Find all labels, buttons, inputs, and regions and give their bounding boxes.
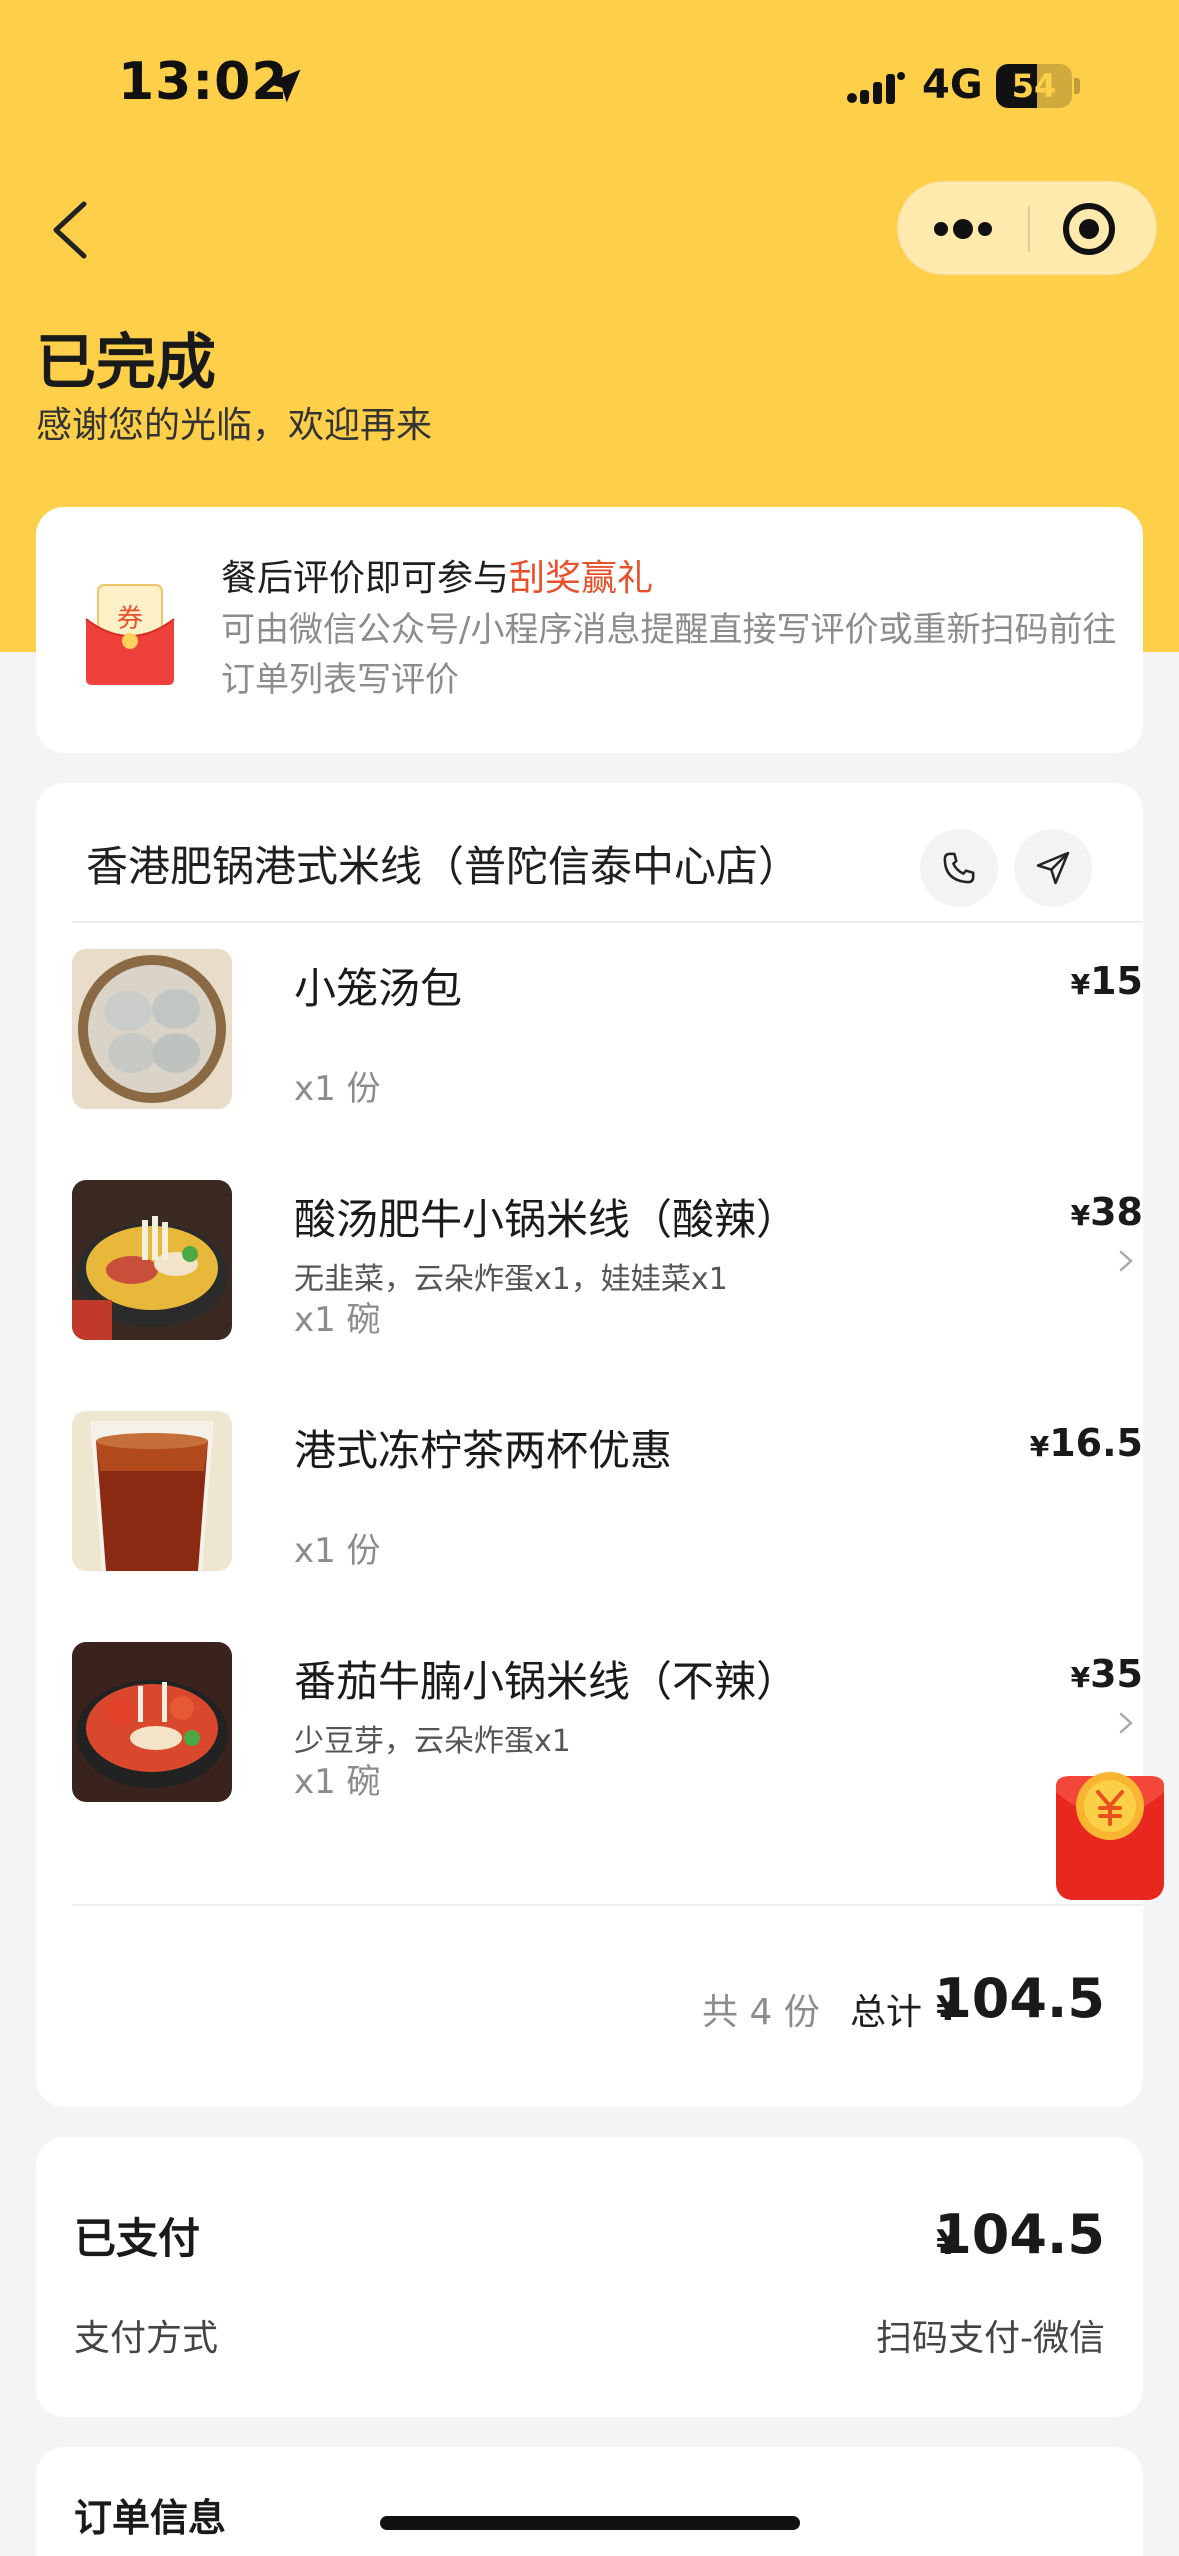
item-price: ¥15 bbox=[1071, 959, 1143, 1003]
total-label: 总计 bbox=[850, 1992, 923, 2033]
item-price-value: 38 bbox=[1090, 1190, 1143, 1234]
item-name: 番茄牛腩小锅米线（不辣） bbox=[294, 1657, 799, 1706]
order-info-card: 订单信息 bbox=[36, 2447, 1143, 2556]
chevron-right-icon[interactable] bbox=[1115, 1246, 1137, 1276]
item-count: 共 4 份 bbox=[702, 1992, 820, 2033]
items-divider bbox=[72, 1904, 1143, 1906]
order-item[interactable]: 小笼汤包 x1 份 ¥15 bbox=[72, 949, 1143, 1119]
item-name: 港式冻柠茶两杯优惠 bbox=[294, 1426, 673, 1475]
order-info-title: 订单信息 bbox=[74, 2496, 227, 2540]
item-name: 酸汤肥牛小锅米线（酸辣） bbox=[294, 1195, 799, 1244]
paid-label: 已支付 bbox=[74, 2214, 201, 2263]
phone-icon bbox=[943, 852, 975, 884]
coupon-icon-text: 券 bbox=[117, 604, 143, 634]
currency-symbol: ¥ bbox=[1070, 1199, 1091, 1232]
cellular-signal-icon bbox=[847, 72, 905, 104]
more-dots-icon bbox=[934, 219, 992, 239]
currency-symbol: ¥ bbox=[1070, 1661, 1091, 1694]
chevron-left-icon bbox=[53, 201, 87, 259]
item-price: ¥16.5 bbox=[1030, 1421, 1143, 1465]
currency-symbol: ¥ bbox=[1029, 1430, 1050, 1463]
target-circle-icon bbox=[1063, 203, 1115, 255]
battery-icon: 54 bbox=[996, 64, 1080, 108]
order-item[interactable]: 酸汤肥牛小锅米线（酸辣） 无韭菜，云朵炸蛋x1，娃娃菜x1 x1 碗 ¥38 bbox=[72, 1180, 1143, 1350]
review-promo-card[interactable]: 券 餐后评价即可参与刮奖赢礼 可由微信公众号/小程序消息提醒直接写评价或重新扫码… bbox=[36, 507, 1143, 753]
order-card: 香港肥锅港式米线（普陀信泰中心店） 小笼汤包 x1 份 ¥15 酸汤肥牛小锅米线… bbox=[36, 783, 1143, 2107]
close-miniprogram-button[interactable] bbox=[1030, 182, 1158, 276]
item-image-xiaolongbao bbox=[72, 949, 232, 1109]
back-button[interactable] bbox=[40, 190, 104, 270]
network-type: 4G bbox=[922, 62, 983, 108]
review-title-highlight: 刮奖赢礼 bbox=[509, 558, 654, 599]
item-quantity: x1 碗 bbox=[294, 1300, 381, 1340]
currency-symbol: ¥ bbox=[1070, 968, 1091, 1001]
coupon-red-packet-icon: 券 bbox=[85, 584, 175, 685]
home-indicator[interactable] bbox=[380, 2516, 800, 2530]
order-item[interactable]: 番茄牛腩小锅米线（不辣） 少豆芽，云朵炸蛋x1 x1 碗 ¥35 bbox=[72, 1642, 1143, 1812]
item-quantity: x1 份 bbox=[294, 1531, 381, 1571]
more-button[interactable] bbox=[898, 182, 1028, 276]
item-price-value: 15 bbox=[1090, 959, 1143, 1003]
item-price-value: 35 bbox=[1090, 1652, 1143, 1696]
item-price: ¥35 bbox=[1071, 1652, 1143, 1696]
payment-method-value: 扫码支付-微信 bbox=[876, 2318, 1105, 2359]
red-packet-icon bbox=[1056, 1772, 1164, 1900]
item-quantity: x1 碗 bbox=[294, 1762, 381, 1802]
item-quantity: x1 份 bbox=[294, 1069, 381, 1109]
navigate-store-button[interactable] bbox=[1014, 829, 1092, 907]
item-image-sour-soup-beef-noodle bbox=[72, 1180, 232, 1340]
floating-red-packet-button[interactable] bbox=[1054, 1766, 1166, 1902]
item-image-iced-lemon-tea bbox=[72, 1411, 232, 1571]
location-arrow-icon bbox=[267, 69, 301, 103]
store-divider bbox=[72, 921, 1143, 923]
payment-card: 已支付 ¥ 104.5 支付方式 扫码支付-微信 bbox=[36, 2137, 1143, 2417]
page-title: 已完成 bbox=[36, 328, 216, 398]
item-price-value: 16.5 bbox=[1049, 1421, 1143, 1465]
review-title-prefix: 餐后评价即可参与 bbox=[221, 558, 510, 599]
item-name: 小笼汤包 bbox=[294, 964, 463, 1013]
call-store-button[interactable] bbox=[920, 829, 998, 907]
paid-amount: 104.5 bbox=[934, 2203, 1105, 2266]
battery-percent: 54 bbox=[1011, 67, 1057, 105]
store-name[interactable]: 香港肥锅港式米线（普陀信泰中心店） bbox=[86, 833, 800, 894]
chevron-right-icon[interactable] bbox=[1115, 1708, 1137, 1738]
page-subtitle: 感谢您的光临，欢迎再来 bbox=[36, 405, 433, 446]
total-amount: 104.5 bbox=[934, 1967, 1105, 2030]
mini-program-capsule bbox=[897, 181, 1157, 275]
review-title: 餐后评价即可参与刮奖赢礼 bbox=[221, 549, 653, 601]
navigation-arrow-icon bbox=[1036, 851, 1070, 885]
review-description: 可由微信公众号/小程序消息提醒直接写评价或重新扫码前往订单列表写评价 bbox=[221, 610, 1117, 700]
item-image-tomato-beef-noodle bbox=[72, 1642, 232, 1802]
payment-method-label: 支付方式 bbox=[74, 2318, 219, 2359]
item-price: ¥38 bbox=[1071, 1190, 1143, 1234]
status-bar: 13:02 4G 54 bbox=[0, 0, 1179, 170]
order-item[interactable]: 港式冻柠茶两杯优惠 x1 份 ¥16.5 bbox=[72, 1411, 1143, 1581]
